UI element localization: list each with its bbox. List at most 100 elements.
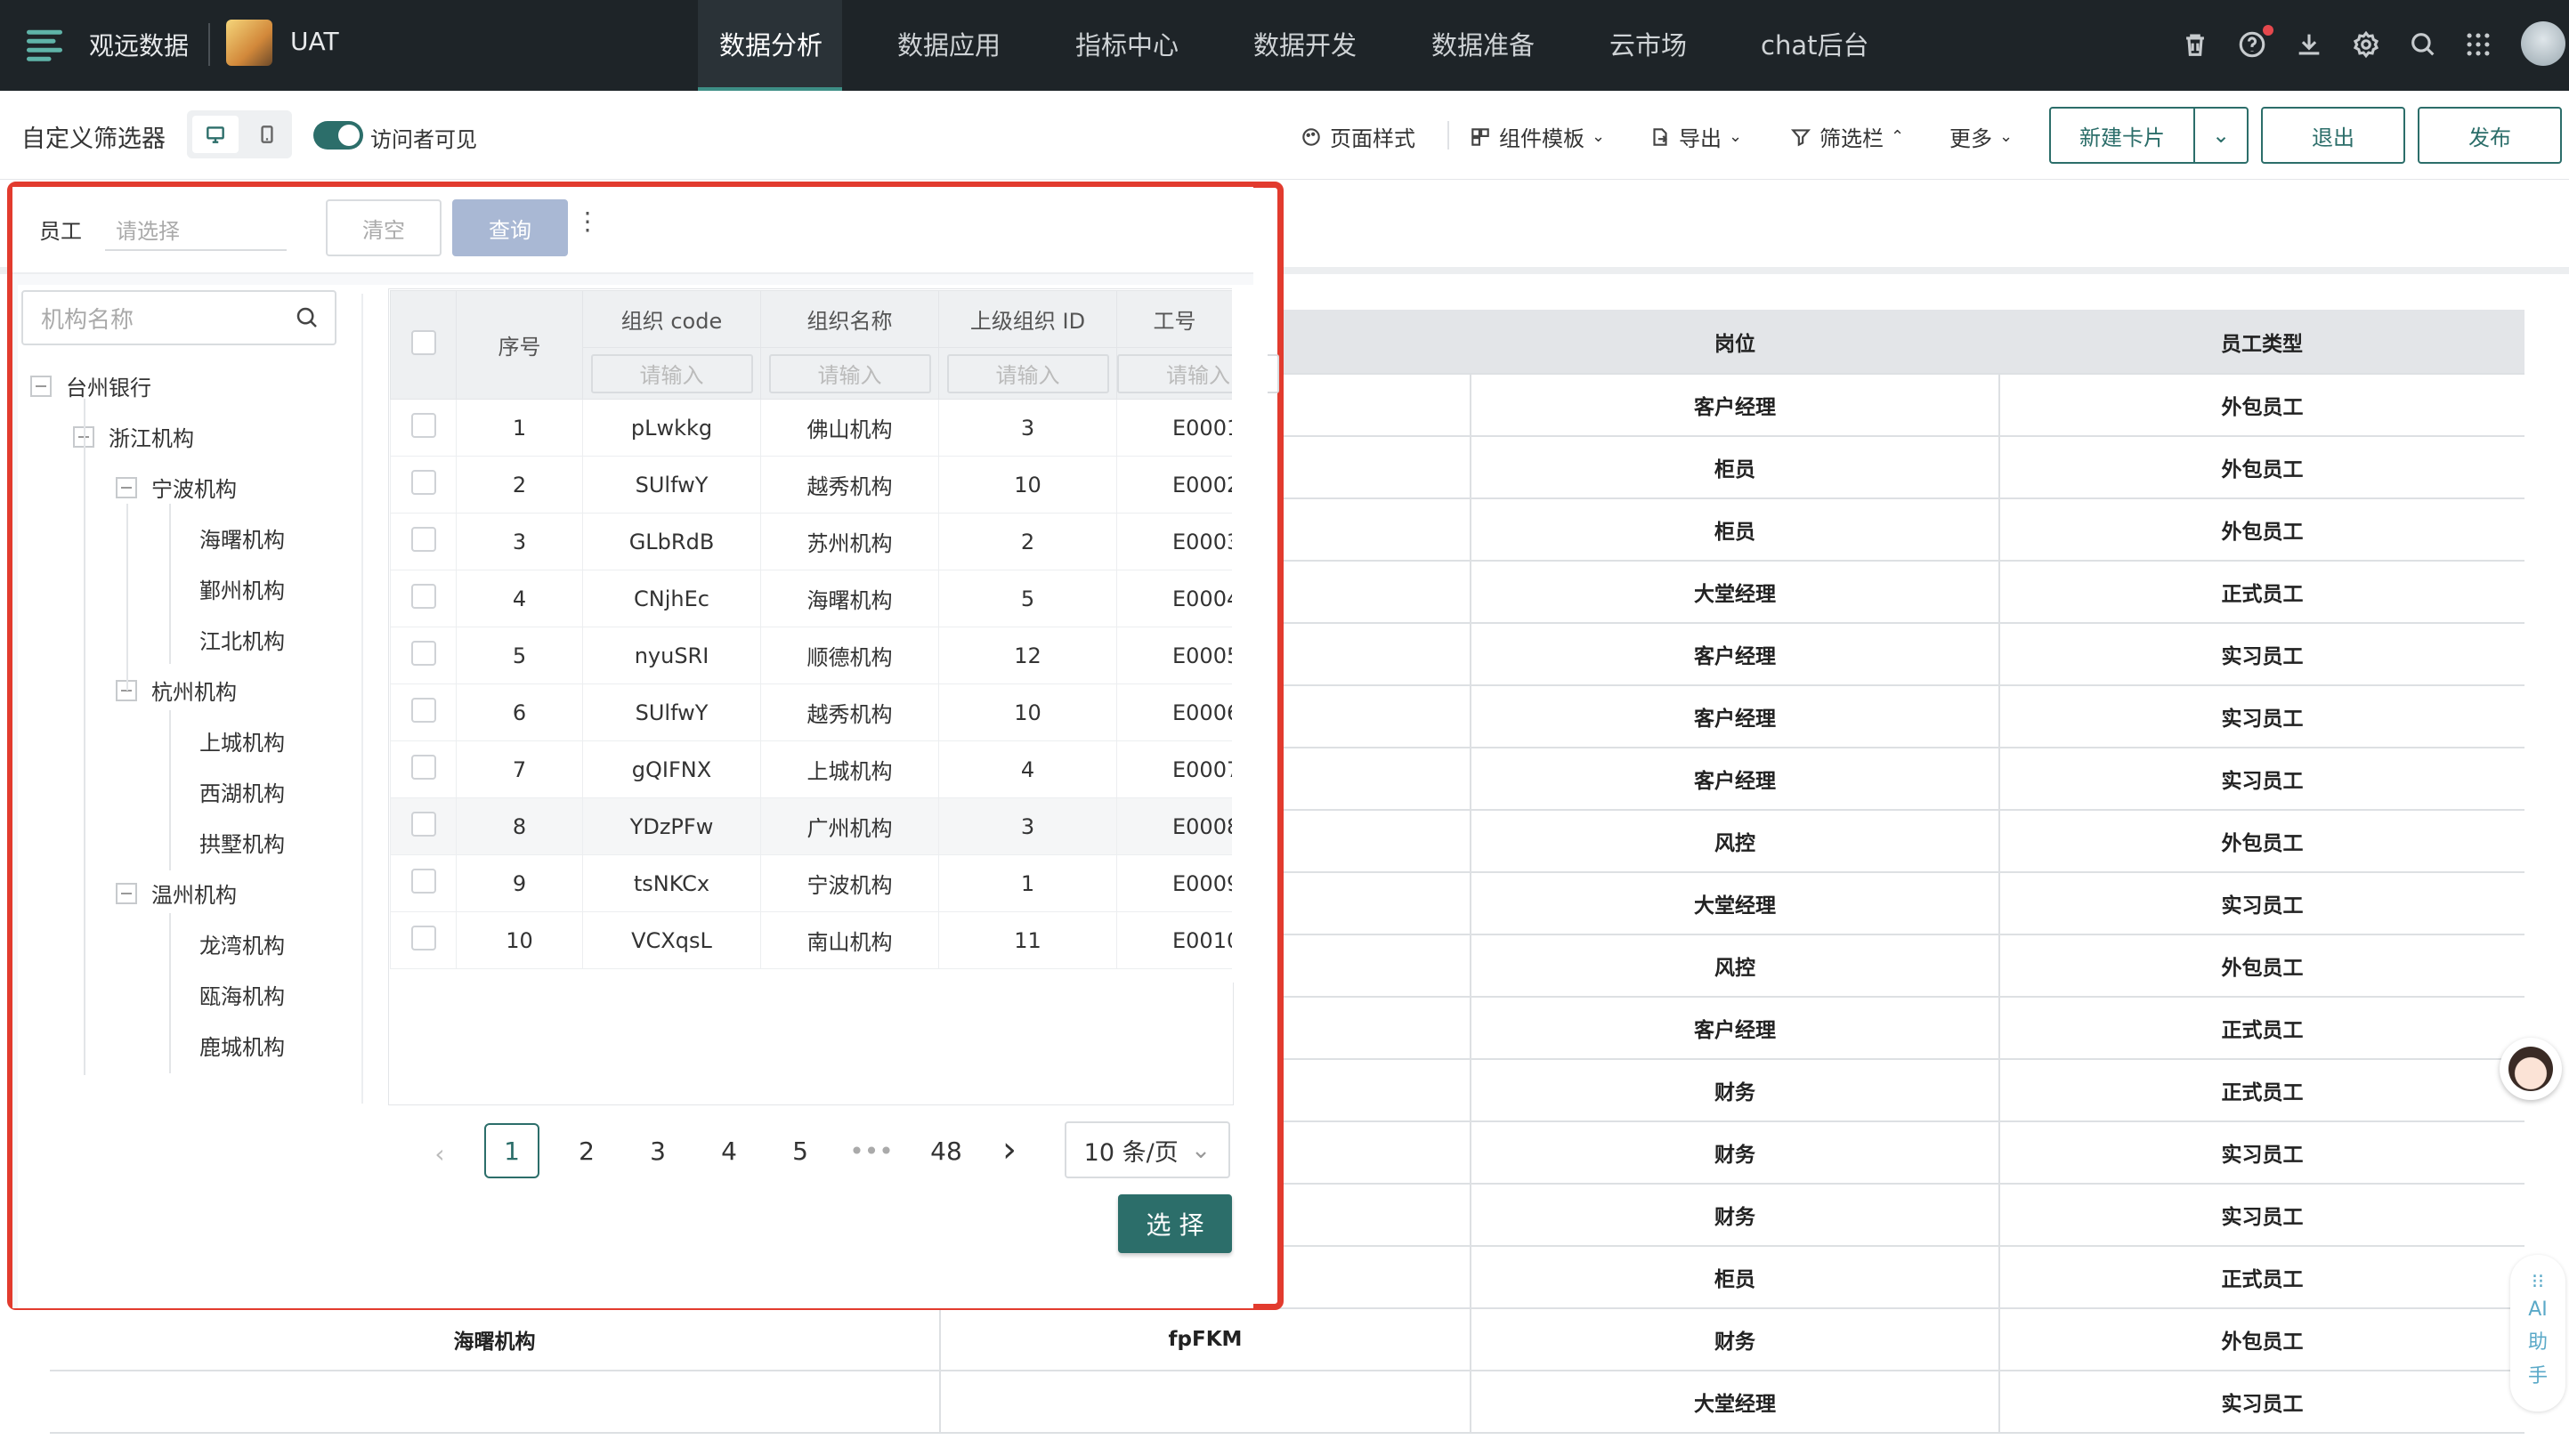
tree-node[interactable]: 龙湾机构 [199,928,285,959]
apps-grid-icon[interactable] [2459,25,2498,64]
new-card-dropdown[interactable]: ⌄ [2193,107,2249,164]
export-button[interactable]: 导出 ⌄ [1649,121,1742,152]
filter-bar-button[interactable]: 筛选栏 ⌃ [1789,121,1904,152]
nav-item-4[interactable]: 数据开发 [1253,25,1357,62]
row-select-cell [390,684,457,741]
col-header[interactable]: 工号 [1116,290,1233,348]
col-filter-input[interactable]: 请输入 [768,353,931,393]
tree-node[interactable]: 台州银行 [30,370,151,401]
workspace-name[interactable]: UAT [290,27,339,56]
nav-item-1[interactable]: 数据分析 [719,25,823,62]
collapse-icon[interactable] [116,476,137,498]
table-row[interactable]: 8YDzPFw广州机构3E0008 [390,797,1233,855]
nav-item-3[interactable]: 指标中心 [1075,25,1179,62]
table-row[interactable]: 4CNjhEc海曙机构5E0004 [390,570,1233,627]
tree-node[interactable]: 瓯海机构 [199,979,285,1010]
org-search-input[interactable]: 机构名称 [21,290,336,345]
table-row[interactable]: 5nyuSRI顺德机构12E0005 [390,627,1233,684]
tree-node[interactable]: 西湖机构 [199,776,285,807]
next-page-button[interactable]: › [988,1128,1031,1171]
table-row[interactable]: 1pLwkkg佛山机构3E0001 [390,399,1233,457]
search-icon[interactable] [2403,25,2443,64]
table-row[interactable]: 7gQIFNX上城机构4E0007 [390,740,1233,798]
row-checkbox[interactable] [410,811,436,837]
page-button[interactable]: 1 [484,1123,539,1178]
nav-item-5[interactable]: 数据准备 [1431,25,1535,62]
tree-node[interactable]: 拱墅机构 [199,827,285,858]
menu-icon[interactable] [20,20,69,69]
clear-button[interactable]: 清空 [326,199,442,256]
table-row[interactable]: 3GLbRdB苏州机构2E0003 [390,513,1233,570]
query-label: 查询 [489,217,531,243]
nav-item-2[interactable]: 数据应用 [897,25,1001,62]
row-checkbox[interactable] [410,640,436,666]
table-row[interactable]: 6SUlfwY越秀机构10E0006 [390,684,1233,741]
col-filter-input[interactable]: 请输入 [946,353,1109,393]
page-style-button[interactable]: 页面样式 [1300,121,1415,152]
page-size-select[interactable]: 10 条/页 ⌄ [1065,1121,1230,1178]
col-header[interactable]: 上级组织 ID [938,290,1117,348]
row-checkbox[interactable] [410,469,436,495]
assistant-avatar[interactable] [2500,1038,2562,1100]
col-header[interactable]: 组织名称 [760,290,939,348]
prev-page-button[interactable]: ‹ [418,1132,461,1175]
table-row[interactable]: 10VCXqsL南山机构11E0010 [390,911,1233,969]
user-avatar[interactable] [2521,21,2565,66]
col-header[interactable]: 组织 code [582,290,761,348]
tree-node[interactable]: 宁波机构 [116,472,237,503]
query-button[interactable]: 查询 [452,199,568,256]
page-button[interactable]: 48 [919,1123,974,1178]
filter-icon [1790,128,1811,146]
row-checkbox[interactable] [410,868,436,894]
desktop-icon[interactable] [192,116,239,153]
download-icon[interactable] [2289,25,2329,64]
row-checkbox[interactable] [410,583,436,609]
publish-button[interactable]: 发布 [2418,107,2562,164]
tree-node[interactable]: 江北机构 [199,624,285,655]
new-card-button[interactable]: 新建卡片 [2049,107,2195,164]
search-icon[interactable] [294,304,320,331]
table-cell: 广州机构 [760,797,939,855]
tree-node[interactable]: 鹿城机构 [199,1030,285,1061]
row-checkbox[interactable] [410,925,436,950]
mobile-icon[interactable] [244,116,290,153]
page-ellipsis[interactable]: ••• [844,1123,899,1178]
table-row[interactable]: 2SUlfwY越秀机构10E0002 [390,456,1233,514]
workspace-avatar[interactable] [226,20,272,66]
row-checkbox[interactable] [410,412,436,438]
collapse-icon[interactable] [30,375,52,397]
page-button[interactable]: 4 [701,1123,757,1178]
page-button[interactable]: 3 [630,1123,685,1178]
row-checkbox[interactable] [410,697,436,723]
visitor-toggle[interactable] [313,121,363,150]
nav-item-7[interactable]: chat后台 [1761,25,1868,62]
tree-node[interactable]: 海曙机构 [199,522,285,554]
select-button[interactable]: 选 择 [1118,1194,1232,1253]
table-row[interactable]: 9tsNKCx宁波机构1E0009 [390,854,1233,912]
tree-node[interactable]: 上城机构 [199,725,285,756]
select-all-checkbox[interactable] [410,329,436,355]
row-checkbox[interactable] [410,754,436,780]
nav-item-6[interactable]: 云市场 [1609,25,1687,62]
component-template-button[interactable]: 组件模板 ⌄ [1469,121,1605,152]
employee-filter-select[interactable]: 请选择 [105,208,287,251]
settings-icon[interactable] [2346,25,2386,64]
collapse-icon[interactable] [116,882,137,904]
tree-node[interactable]: 杭州机构 [116,675,237,706]
page-button[interactable]: 5 [773,1123,828,1178]
tree-node[interactable]: 浙江机构 [73,421,194,452]
more-vertical-icon[interactable]: ⋮ [575,206,600,236]
col-filter-input[interactable]: 请输入 [590,353,753,393]
bg-cell-type: 实习员工 [1999,623,2524,686]
more-button[interactable]: 更多 ⌄ [1949,121,2013,152]
row-checkbox[interactable] [410,526,436,552]
page-button[interactable]: 2 [559,1123,614,1178]
ai-helper-tab[interactable]: ⁝⁝ AI 助 手 [2510,1255,2565,1412]
trash-icon[interactable] [2176,25,2215,64]
row-select-cell [390,911,457,969]
exit-button[interactable]: 退出 [2261,107,2405,164]
tree-node[interactable]: 鄞州机构 [199,573,285,604]
table-cell: 5 [456,627,583,684]
chevron-down-icon: ⌄ [1999,127,2014,146]
tree-node[interactable]: 温州机构 [116,878,237,909]
